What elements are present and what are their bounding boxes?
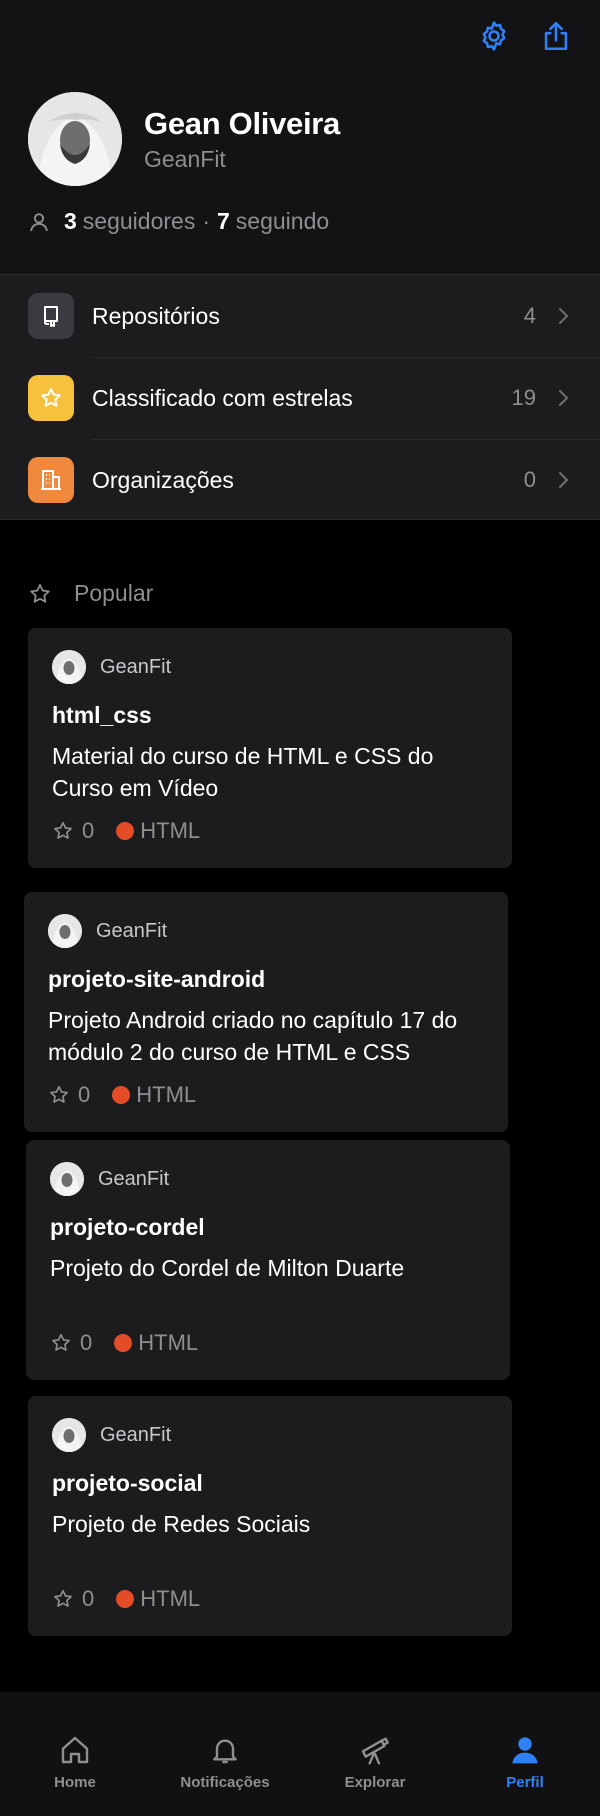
repo-card[interactable]: GeanFit projeto-social Projeto de Redes … [28,1396,512,1636]
language-dot [114,1334,133,1352]
chevron-right-icon [559,472,569,488]
repo-language: HTML [140,818,201,843]
popular-title: Popular [74,580,154,606]
separator: · [202,208,210,234]
repo-card[interactable]: GeanFit html_css Material do curso de HT… [28,628,512,868]
gear-icon [482,21,506,51]
repo-owner: GeanFit [48,914,167,948]
bell-icon [213,1739,237,1764]
repo-meta: 0 HTML [52,1586,200,1612]
repo-description: Projeto do Cordel de Milton Duarte [50,1255,405,1281]
tab-label: Perfil [506,1774,544,1791]
repo-meta: 0 HTML [48,1082,196,1108]
repo-owner: GeanFit [50,1162,169,1196]
header-actions [476,18,574,54]
repo-owner: GeanFit [52,650,171,684]
menu-count: 19 [511,385,536,410]
owner-name: GeanFit [100,1423,172,1446]
star-outline-icon [54,1589,72,1607]
tab-label: Home [54,1774,96,1791]
profile-handle: GeanFit [144,146,226,172]
star-tile [28,375,74,421]
avatar [52,1418,86,1452]
menu-label: Classificado com estrelas [92,384,353,411]
person-icon [512,1737,538,1764]
avatar [50,1162,84,1196]
repo-meta: 0 HTML [52,818,200,844]
repo-language: HTML [136,1082,197,1107]
share-button[interactable] [538,18,574,54]
repo-card[interactable]: GeanFit projeto-site-android Projeto And… [24,892,508,1132]
tab-notifications[interactable]: Notificações [150,1692,300,1816]
tab-explore[interactable]: Explorar [300,1692,450,1816]
avatar[interactable] [28,92,122,186]
star-count: 0 [82,818,95,843]
followers-row[interactable]: 3 seguidores · 7 seguindo [28,208,329,235]
language-dot [112,1086,131,1104]
tab-profile[interactable]: Perfil [450,1692,600,1816]
star-icon [41,388,61,407]
menu-item-starred[interactable]: Classificado com estrelas 19 [0,357,600,439]
avatar-image [28,92,122,186]
star-outline-icon [54,821,72,839]
menu-count: 0 [523,467,536,492]
profile-header: Gean Oliveira GeanFit 3 seguidores · 7 s… [0,0,600,274]
owner-name: GeanFit [96,919,168,942]
telescope-icon [361,1737,389,1765]
chevron-right-icon [559,308,569,324]
settings-button[interactable] [476,18,512,54]
person-icon [30,212,48,231]
repo-name: projeto-cordel [50,1214,205,1240]
repo-language: HTML [138,1330,199,1355]
repo-meta: 0 HTML [50,1330,198,1356]
repo-icon [44,306,58,327]
share-icon [544,21,568,51]
menu-count: 4 [523,303,536,328]
followers-label: seguidores [82,208,196,234]
profile-name: Gean Oliveira [144,106,340,141]
building-icon [41,470,61,490]
menu-label: Repositórios [92,302,220,329]
repo-description: Material do curso de HTML e CSS do Curso… [52,743,434,801]
language-dot [116,1590,135,1608]
building-tile [28,457,74,503]
tab-home[interactable]: Home [0,1692,150,1816]
star-count: 0 [82,1586,95,1611]
star-count: 0 [78,1082,91,1107]
repo-name: html_css [52,702,152,728]
star-outline-icon [50,1085,68,1103]
tab-label: Explorar [344,1774,406,1791]
repo-name: projeto-site-android [48,966,266,992]
repo-name: projeto-social [52,1470,203,1496]
avatar [52,650,86,684]
following-count: 7 [217,208,230,234]
repo-owner: GeanFit [52,1418,171,1452]
menu-item-repositories[interactable]: Repositórios 4 [0,275,600,357]
popular-header: Popular [28,580,153,607]
star-outline-icon [30,583,50,603]
tab-label: Notificações [180,1774,270,1791]
menu-item-organizations[interactable]: Organizações 0 [0,439,600,521]
owner-name: GeanFit [98,1167,170,1190]
chevron-right-icon [559,390,569,406]
tab-bar: Home Notificações Explorar Perfil [0,1692,600,1816]
repo-description: Projeto Android criado no capítulo 17 do… [48,1007,458,1065]
repo-card[interactable]: GeanFit projeto-cordel Projeto do Cordel… [26,1140,510,1380]
repo-tile [28,293,74,339]
star-outline-icon [52,1333,70,1351]
owner-name: GeanFit [100,655,172,678]
repo-description: Projeto de Redes Sociais [52,1511,311,1537]
home-icon [61,1736,89,1764]
avatar [48,914,82,948]
repo-language: HTML [140,1586,201,1611]
followers-count: 3 [64,208,77,234]
following-label: seguindo [235,208,330,234]
language-dot [116,822,135,840]
profile-menu: Repositórios 4 Classificado com estrelas… [0,274,600,520]
menu-label: Organizações [92,466,234,493]
star-count: 0 [80,1330,93,1355]
